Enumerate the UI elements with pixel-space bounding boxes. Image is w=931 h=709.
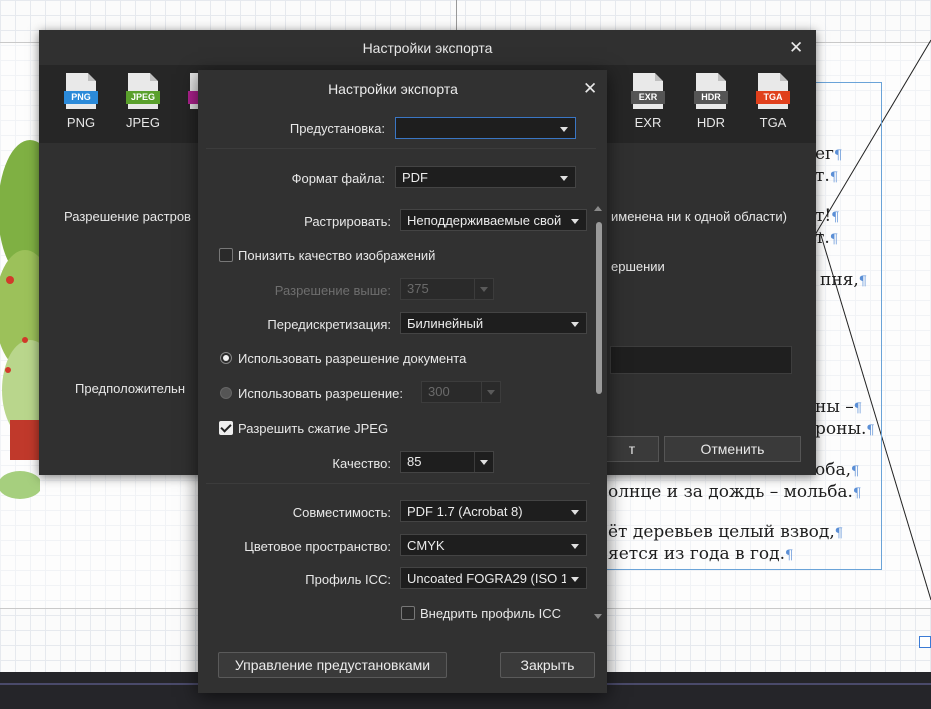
format-exr[interactable]: EXR EXR	[623, 73, 673, 130]
close-button[interactable]: Закрыть	[500, 652, 595, 678]
dialog-title: Настройки экспорта	[328, 81, 458, 97]
icc-profile-label: Профиль ICC:	[305, 572, 391, 587]
compatibility-label: Совместимость:	[292, 505, 391, 520]
resolution-above-label: Разрешение выше:	[274, 283, 391, 298]
resample-label: Передискретизация:	[267, 317, 391, 332]
completion-note: ершении	[611, 259, 665, 274]
divider	[206, 148, 596, 149]
raster-resolution-label: Разрешение растров	[64, 209, 191, 224]
colorspace-dropdown[interactable]: CMYK	[400, 534, 587, 556]
close-icon[interactable]: ✕	[583, 80, 597, 98]
doc-text-line: т!¶	[815, 206, 840, 226]
format-png[interactable]: PNG PNG	[56, 73, 106, 130]
chevron-down-icon	[481, 382, 500, 402]
downsample-label: Понизить качество изображений	[238, 248, 436, 263]
format-hdr[interactable]: HDR HDR	[686, 73, 736, 130]
doc-text-line: яется из года в год.¶	[608, 544, 794, 564]
tga-file-icon: TGA	[756, 73, 790, 109]
rasterize-dropdown[interactable]: Неподдерживаемые свой	[400, 209, 587, 231]
use-document-resolution-label: Использовать разрешение документа	[238, 351, 467, 366]
chevron-down-icon	[560, 127, 568, 132]
preset-label: Предустановка:	[289, 121, 385, 136]
doc-text-line: олнце и за дождь – мольба.¶	[608, 482, 862, 502]
scroll-up-icon[interactable]	[594, 206, 602, 211]
chevron-down-icon	[571, 544, 579, 549]
file-format-label: Формат файла:	[291, 171, 385, 186]
exr-file-icon: EXR	[631, 73, 665, 109]
use-resolution-field[interactable]: 300	[421, 381, 501, 403]
doc-text-line: ёт деревьев целый взвод,¶	[608, 522, 844, 542]
illustration-fragment	[0, 140, 62, 505]
use-resolution-radio[interactable]	[220, 387, 232, 399]
chevron-down-icon	[474, 452, 493, 472]
estimate-field[interactable]	[610, 346, 792, 374]
use-resolution-label: Использовать разрешение:	[238, 386, 403, 401]
preset-dropdown[interactable]	[395, 117, 576, 139]
export-button[interactable]: т	[605, 436, 659, 462]
doc-text-line: ны –¶	[815, 397, 863, 417]
hdr-file-icon: HDR	[694, 73, 728, 109]
colorspace-label: Цветовое пространство:	[244, 539, 391, 554]
file-format-dropdown[interactable]: PDF	[395, 166, 576, 188]
selection-handle[interactable]	[919, 636, 931, 648]
allow-jpeg-checkbox[interactable]	[219, 421, 233, 435]
doc-text-line: пня,¶	[820, 270, 868, 290]
resolution-above-field[interactable]: 375	[400, 278, 494, 300]
embed-icc-checkbox[interactable]	[401, 606, 415, 620]
scroll-down-icon[interactable]	[594, 614, 602, 619]
doc-text-line: оба,¶	[815, 460, 860, 480]
use-document-resolution-radio[interactable]	[220, 352, 232, 364]
divider	[206, 483, 590, 484]
icc-profile-dropdown[interactable]: Uncoated FOGRA29 (ISO 1	[400, 567, 587, 589]
chevron-down-icon	[571, 322, 579, 327]
quality-label: Качество:	[332, 456, 391, 471]
estimated-size-label: Предположительн	[75, 381, 186, 396]
downsample-checkbox[interactable]	[219, 248, 233, 262]
scroll-thumb[interactable]	[596, 222, 602, 394]
doc-text-line: ег¶	[815, 144, 843, 164]
doc-text-line: роны.¶	[815, 419, 875, 439]
embed-icc-label: Внедрить профиль ICC	[420, 606, 562, 621]
chevron-down-icon	[474, 279, 493, 299]
chevron-down-icon	[560, 176, 568, 181]
export-settings-dialog: Настройки экспорта ✕	[198, 70, 607, 693]
resample-dropdown[interactable]: Билинейный	[400, 312, 587, 334]
close-icon[interactable]: ✕	[789, 39, 803, 57]
dialog-title: Настройки экспорта	[362, 40, 493, 56]
chevron-down-icon	[571, 219, 579, 224]
jpeg-file-icon: JPEG	[126, 73, 160, 109]
raster-note: именена ни к одной области)	[611, 209, 787, 224]
rasterize-label: Растрировать:	[304, 214, 391, 229]
png-file-icon: PNG	[64, 73, 98, 109]
allow-jpeg-label: Разрешить сжатие JPEG	[238, 421, 389, 436]
chevron-down-icon	[571, 577, 579, 582]
chevron-down-icon	[571, 510, 579, 515]
cancel-button[interactable]: Отменить	[664, 436, 801, 462]
manage-presets-button[interactable]: Управление предустановками	[218, 652, 447, 678]
format-tga[interactable]: TGA TGA	[748, 73, 798, 130]
format-jpeg[interactable]: JPEG JPEG	[118, 73, 168, 130]
quality-field[interactable]: 85	[400, 451, 494, 473]
compatibility-dropdown[interactable]: PDF 1.7 (Acrobat 8)	[400, 500, 587, 522]
doc-text-line: т.¶	[815, 166, 839, 186]
doc-text-line: т.¶	[815, 228, 839, 248]
